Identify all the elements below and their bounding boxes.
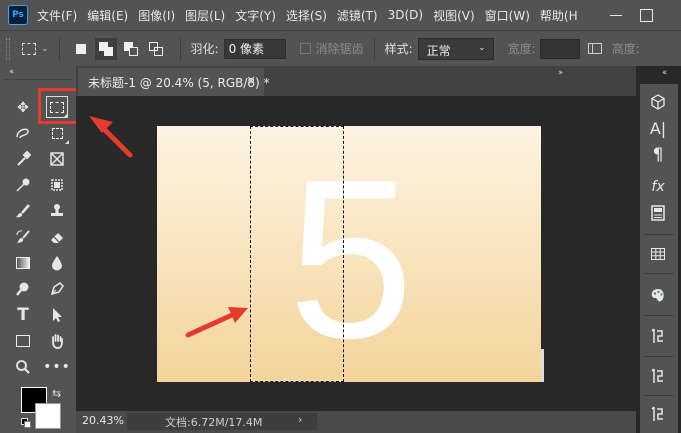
photoshop-window: Ps 文件(F) 编辑(E) 图像(I) 图层(L) 文字(Y) 选择(S) 滤… bbox=[0, 0, 681, 433]
annotation-arrow-to-selection bbox=[185, 307, 248, 338]
annotation-arrow-to-tool bbox=[89, 116, 133, 158]
annotation-arrows bbox=[89, 116, 248, 338]
